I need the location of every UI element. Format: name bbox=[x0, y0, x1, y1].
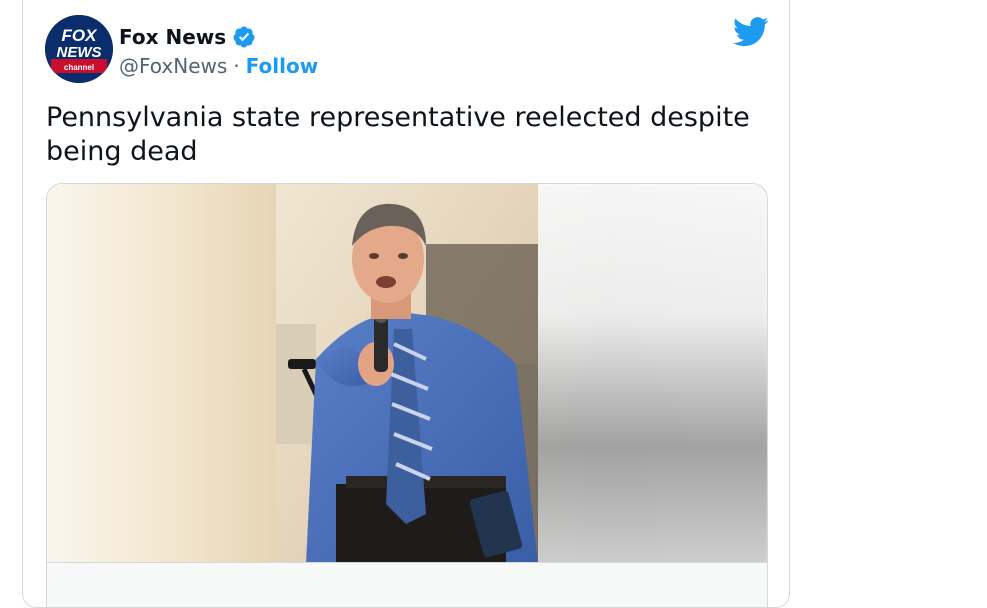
author-handle-row: @FoxNews · Follow bbox=[119, 54, 318, 78]
author-avatar[interactable]: FOX NEWS channel bbox=[45, 15, 113, 83]
author-handle[interactable]: @FoxNews bbox=[119, 54, 227, 78]
tweet-text: Pennsylvania state representative reelec… bbox=[46, 102, 750, 167]
media-card-footer[interactable] bbox=[47, 562, 767, 607]
handle-separator: · bbox=[233, 54, 240, 78]
fox-news-logo-icon: FOX NEWS channel bbox=[45, 15, 113, 83]
follow-button[interactable]: Follow bbox=[246, 54, 319, 78]
media-blur-left bbox=[47, 184, 277, 607]
man-speaking-at-microphone-photo[interactable] bbox=[276, 184, 538, 564]
svg-text:FOX: FOX bbox=[62, 26, 99, 45]
author-name[interactable]: Fox News bbox=[119, 25, 226, 49]
tweet-media-card[interactable] bbox=[46, 183, 768, 607]
media-blur-right bbox=[537, 184, 767, 607]
tweet-card[interactable]: FOX NEWS channel Fox News @FoxNews · Fol… bbox=[22, 0, 790, 608]
author-name-row: Fox News bbox=[119, 25, 256, 49]
twitter-bird-icon[interactable] bbox=[733, 17, 769, 47]
verified-badge-icon bbox=[233, 26, 255, 48]
svg-text:NEWS: NEWS bbox=[57, 44, 102, 61]
svg-text:channel: channel bbox=[64, 63, 94, 72]
